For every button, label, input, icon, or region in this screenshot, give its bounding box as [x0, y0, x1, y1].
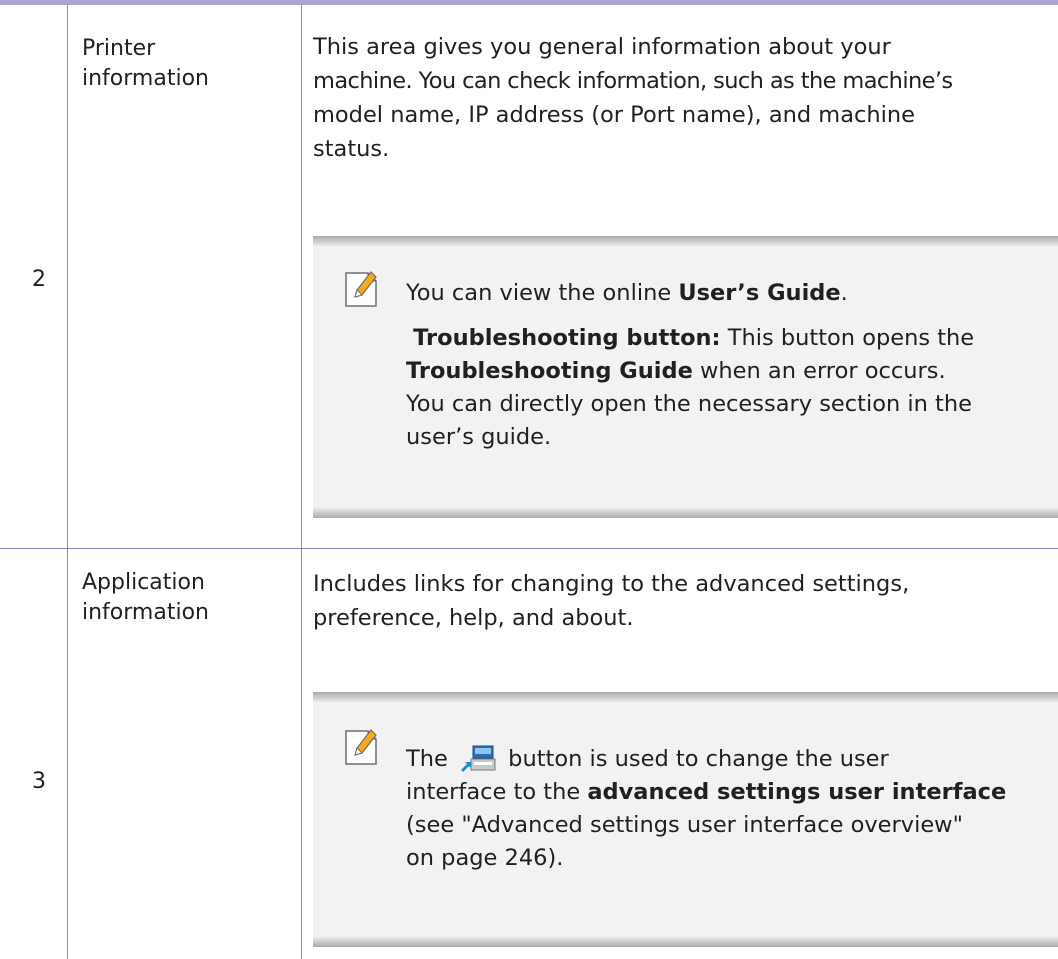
row-divider — [0, 548, 1058, 549]
row-description: Includes links for changing to the advan… — [313, 571, 910, 631]
row-label: Application information — [82, 570, 209, 625]
note-box: You can view the online User’s Guide. Tr… — [313, 236, 1058, 518]
column-divider — [67, 5, 68, 959]
column-divider — [301, 5, 302, 959]
note-box: The button is used to change the user in… — [313, 692, 1058, 947]
row-number: 2 — [32, 267, 46, 292]
row-label: Printer information — [82, 36, 209, 91]
row-number: 3 — [32, 769, 46, 794]
note-pencil-icon — [345, 729, 377, 765]
row-description: This area gives you general information … — [313, 34, 953, 162]
note-text: You can view the online User’s Guide. Tr… — [406, 280, 975, 450]
advanced-settings-switch-icon — [460, 745, 496, 773]
note-text: The button is used to change the user in… — [406, 745, 1007, 871]
table-top-bar — [0, 0, 1058, 5]
note-pencil-icon — [345, 271, 377, 307]
